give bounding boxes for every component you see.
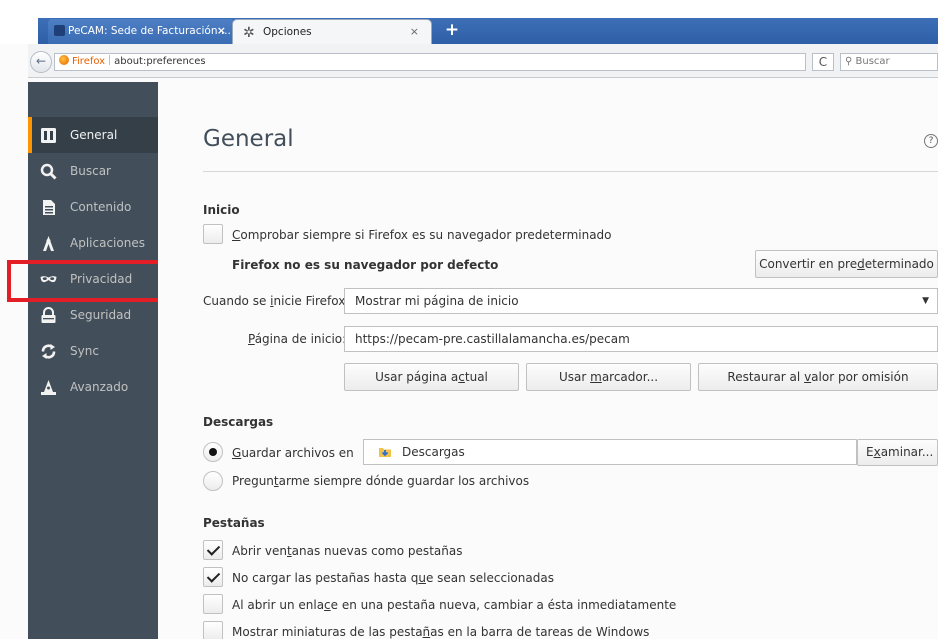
general-icon (41, 128, 56, 143)
search-input[interactable]: ⚲ Buscar (840, 53, 938, 71)
sidebar-item-general[interactable]: General (28, 117, 158, 153)
tab-pecam[interactable]: PeCAM: Sede de Facturación ... × (48, 19, 234, 44)
sidebar-item-contenido[interactable]: Contenido (28, 189, 158, 225)
close-tab-icon[interactable]: × (217, 19, 226, 43)
save-to-folder-label: Guardar archivos en (232, 446, 354, 460)
download-folder-name: Descargas (402, 445, 465, 459)
dont-load-tabs-checkbox[interactable] (203, 567, 223, 587)
sidebar-item-sync[interactable]: Sync (28, 333, 158, 369)
homepage-label: Página de inicio: (248, 332, 347, 346)
sidebar-item-aplicaciones[interactable]: Aplicaciones (28, 225, 158, 261)
wizard-icon (41, 380, 56, 395)
tabs-section-title: Pestañas (203, 516, 265, 530)
search-placeholder: Buscar (855, 56, 890, 67)
new-tab-button[interactable]: + (440, 19, 464, 43)
taskbar-previews-label: Mostrar miniaturas de las pestañas en la… (232, 625, 650, 639)
back-button[interactable]: ← (30, 51, 52, 73)
applications-icon (43, 236, 54, 251)
identity-label: Firefox (72, 56, 106, 67)
sidebar-item-label: Seguridad (70, 308, 132, 322)
firefox-window: PeCAM: Sede de Facturación ... × ✲ Opcio… (0, 0, 938, 639)
navigation-bar: ← Firefox about:preferences C ⚲ Buscar (28, 44, 938, 78)
tab-strip: PeCAM: Sede de Facturación ... × ✲ Opcio… (0, 0, 938, 44)
document-icon (43, 200, 55, 215)
default-browser-checkbox[interactable] (203, 224, 223, 244)
sidebar-item-label: Sync (70, 344, 99, 358)
downloads-folder-icon (379, 448, 391, 457)
sidebar-item-label: Aplicaciones (70, 236, 145, 250)
default-browser-label: Comprobar siempre si Firefox es su naveg… (232, 228, 612, 242)
page-title: General (203, 126, 294, 152)
always-ask-label: Preguntarme siempre dónde guardar los ar… (232, 474, 530, 488)
sidebar-item-label: Contenido (70, 200, 132, 214)
downloads-section-title: Descargas (203, 415, 274, 429)
search-icon (40, 163, 57, 180)
not-default-text: Firefox no es su navegador por defecto (232, 258, 499, 272)
url-text: about:preferences (114, 56, 206, 67)
preferences-content: General ? Inicio Comprobar siempre si Fi… (158, 82, 938, 639)
restore-default-button[interactable]: Restaurar al valor por omisión (698, 363, 938, 391)
download-folder-field: Descargas (363, 439, 857, 465)
always-ask-radio[interactable] (203, 471, 223, 491)
preferences-sidebar: General Buscar Contenido Aplicaciones Pr… (28, 82, 158, 639)
sidebar-item-label: Privacidad (70, 272, 133, 286)
browse-button[interactable]: Examinar... (857, 439, 938, 466)
lock-icon (41, 307, 56, 323)
sidebar-item-avanzado[interactable]: Avanzado (28, 369, 158, 405)
use-current-page-button[interactable]: Usar página actual (344, 363, 519, 391)
url-separator (109, 55, 111, 65)
when-starts-label: Cuando se inicie Firefox: (203, 294, 350, 308)
open-windows-as-tabs-checkbox[interactable] (203, 540, 223, 560)
startup-behavior-select[interactable]: Mostrar mi página de inicio ▼ (344, 288, 938, 314)
make-default-button[interactable]: Convertir en predeterminado (755, 250, 938, 278)
sync-icon (41, 344, 56, 359)
taskbar-previews-checkbox[interactable] (203, 621, 223, 639)
tab-label: Opciones (263, 26, 312, 38)
startup-section-title: Inicio (203, 203, 240, 217)
close-tab-icon[interactable]: × (410, 20, 419, 44)
dont-load-tabs-label: No cargar las pestañas hasta que sean se… (232, 571, 554, 585)
reload-button[interactable]: C (812, 53, 834, 71)
sidebar-item-buscar[interactable]: Buscar (28, 153, 158, 189)
switch-to-new-tab-label: Al abrir un enlace en una pestaña nueva,… (232, 598, 677, 612)
mask-icon (40, 276, 57, 283)
title-divider (203, 171, 938, 172)
site-favicon-icon (54, 25, 65, 36)
magnifier-icon: ⚲ (845, 56, 853, 67)
sidebar-item-label: Avanzado (70, 380, 129, 394)
switch-to-new-tab-checkbox[interactable] (203, 594, 223, 614)
tab-label: PeCAM: Sede de Facturación ... (68, 25, 231, 37)
firefox-identity-icon (59, 55, 69, 65)
open-windows-as-tabs-label: Abrir ventanas nuevas como pestañas (232, 544, 463, 558)
homepage-input[interactable]: https://pecam-pre.castillalamancha.es/pe… (344, 326, 938, 352)
sidebar-item-privacidad[interactable]: Privacidad (28, 261, 158, 297)
startup-behavior-value: Mostrar mi página de inicio (355, 294, 519, 308)
dropdown-arrow-icon: ▼ (922, 296, 929, 306)
use-bookmark-button[interactable]: Usar marcador... (526, 363, 691, 391)
help-icon[interactable]: ? (924, 134, 938, 148)
sidebar-item-seguridad[interactable]: Seguridad (28, 297, 158, 333)
url-bar[interactable]: Firefox about:preferences (54, 53, 806, 71)
sidebar-item-label: Buscar (70, 164, 111, 178)
sidebar-item-label: General (70, 128, 118, 142)
gear-icon: ✲ (243, 25, 255, 41)
tab-opciones[interactable]: ✲ Opciones × (232, 19, 432, 44)
save-to-folder-radio[interactable] (203, 442, 223, 462)
